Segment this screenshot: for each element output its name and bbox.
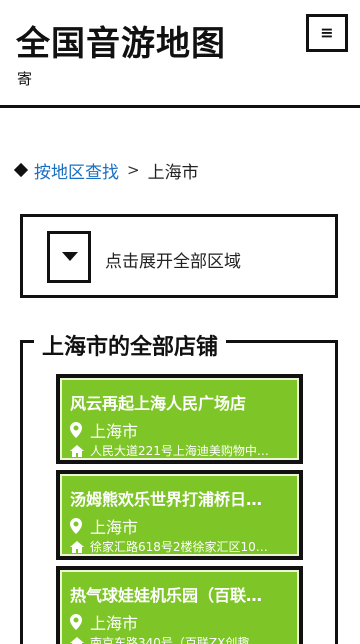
store-card[interactable]: 汤姆熊欢乐世界打浦桥日… 上海市 徐家汇路618号2楼徐家汇区10…: [56, 470, 303, 560]
menu-button[interactable]: ≡: [300, 8, 354, 58]
site-title[interactable]: 全国音游地图: [16, 16, 226, 65]
home-icon: [70, 444, 84, 457]
site-header: 全国音游地图 寄 ≡: [0, 0, 360, 108]
triangle-down-icon: [62, 252, 78, 261]
breadcrumb-link-by-region[interactable]: 按地区查找: [34, 158, 119, 183]
store-city-label: 上海市: [90, 518, 139, 537]
store-card[interactable]: 风云再起上海人民广场店 上海市 人民大道221号上海迪美购物中…: [56, 374, 303, 464]
store-name: 热气球娃娃机乐园（百联…: [70, 586, 263, 605]
store-card[interactable]: 热气球娃娃机乐园（百联… 上海市 南京东路340号（百联ZX创趣…: [56, 566, 303, 644]
site-subtitle: 寄: [17, 70, 33, 88]
section-title: 上海市的全部店铺: [34, 329, 227, 361]
menu-icon: ≡: [320, 23, 334, 42]
store-city: 上海市: [70, 418, 138, 442]
home-icon: [70, 540, 84, 553]
store-city-label: 上海市: [90, 614, 139, 633]
store-address: 南京东路340号（百联ZX创趣…: [70, 634, 294, 644]
store-name: 风云再起上海人民广场店: [70, 394, 247, 413]
map-pin-icon: [70, 518, 82, 534]
store-city-label: 上海市: [90, 422, 139, 441]
map-pin-icon: [70, 422, 82, 438]
home-icon: [70, 636, 84, 644]
expand-label: 点击展开全部区域: [105, 252, 241, 272]
breadcrumb: 按地区查找 > 上海市: [13, 158, 199, 183]
breadcrumb-separator: >: [127, 161, 140, 179]
expand-toggle-button[interactable]: [47, 231, 91, 283]
diamond-bullet-icon: [13, 162, 29, 178]
store-city: 上海市: [70, 514, 138, 538]
store-address-label: 人民大道221号上海迪美购物中…: [90, 444, 269, 458]
store-address: 徐家汇路618号2楼徐家汇区10…: [70, 538, 294, 555]
store-address-label: 徐家汇路618号2楼徐家汇区10…: [90, 540, 268, 554]
store-address-label: 南京东路340号（百联ZX创趣…: [90, 636, 262, 644]
store-name: 汤姆熊欢乐世界打浦桥日…: [70, 490, 263, 509]
breadcrumb-current: 上海市: [147, 162, 199, 183]
store-address: 人民大道221号上海迪美购物中…: [70, 442, 294, 459]
map-pin-icon: [70, 614, 82, 630]
expand-all-regions[interactable]: 点击展开全部区域: [20, 214, 338, 298]
store-city: 上海市: [70, 610, 138, 634]
